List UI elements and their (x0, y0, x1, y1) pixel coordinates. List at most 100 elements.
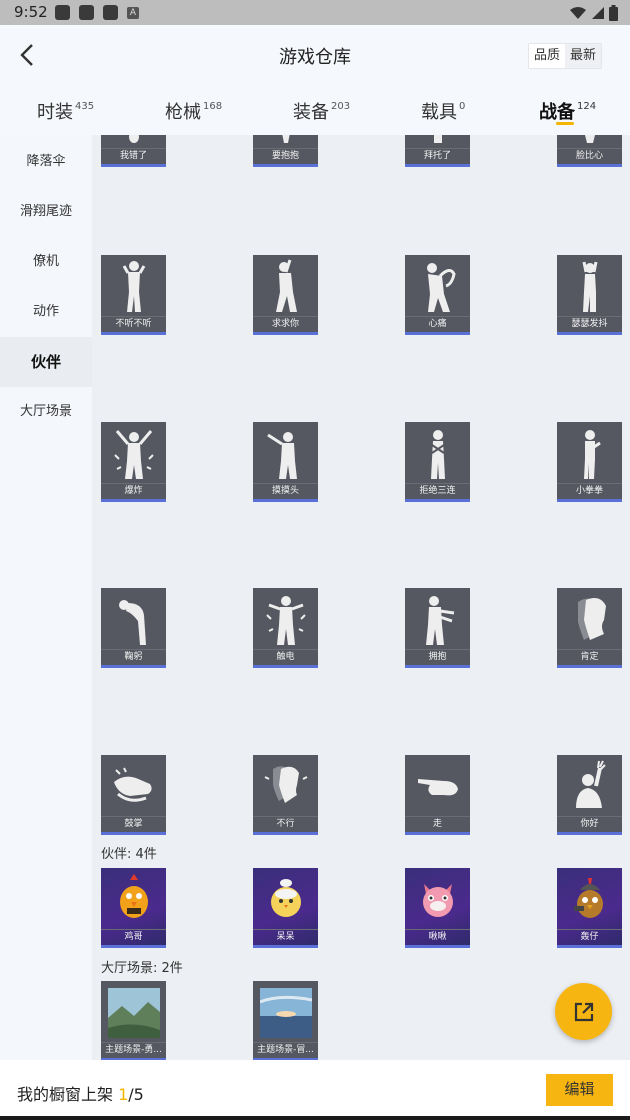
notification-icon (103, 5, 118, 20)
notification-icon (55, 5, 70, 20)
notification-icon: A (127, 7, 139, 19)
emote-figure-icon (101, 588, 166, 650)
emote-label: 不听不听 (101, 316, 166, 330)
battery-icon (609, 5, 618, 21)
emote-label: 拥抱 (405, 649, 470, 663)
app-header: 游戏仓库 品质 最新 时装 435 枪械 168 装备 203 载具 0 战备 124 (0, 25, 630, 135)
sort-quality-button[interactable]: 品质 (528, 44, 565, 68)
partner-label: 啾啾 (405, 929, 470, 943)
tab-label: 载具 (421, 102, 457, 123)
sidebar-item-partners[interactable]: 伙伴 (0, 337, 92, 387)
emote-card[interactable]: 要抱抱 (253, 135, 318, 167)
tab-guns[interactable]: 枪械 168 (165, 98, 222, 124)
emote-figure-icon (101, 135, 166, 149)
scene-card[interactable]: 主题场景-冒... (253, 981, 318, 1060)
emote-label: 你好 (557, 816, 622, 830)
showcase-footer: 我的橱窗上架 1/5 编辑 (0, 1060, 630, 1120)
scene-label: 主题场景-冒... (253, 1042, 318, 1056)
showcase-prefix: 我的橱窗上架 (17, 1085, 119, 1104)
emote-label: 瑟瑟发抖 (557, 316, 622, 330)
chick-icon (253, 868, 318, 930)
emote-card[interactable]: 拥抱 (405, 588, 470, 668)
partner-card[interactable]: 呆呆 (253, 868, 318, 948)
emote-figure-icon (405, 255, 470, 317)
notification-icon (79, 5, 94, 20)
emote-figure-icon (557, 755, 622, 817)
emote-card[interactable]: 拜托了 (405, 135, 470, 167)
showcase-total: /5 (128, 1085, 144, 1104)
sidebar-item-emotes[interactable]: 动作 (0, 287, 92, 337)
chicken-icon (101, 868, 166, 930)
sidebar-item-glide-trail[interactable]: 滑翔尾迹 (0, 187, 92, 237)
emote-card[interactable]: 鼓掌 (101, 755, 166, 835)
emote-card[interactable]: 走 (405, 755, 470, 835)
emote-label: 爆炸 (101, 483, 166, 497)
emote-figure-icon (557, 422, 622, 484)
partner-card[interactable]: 鸡哥 (101, 868, 166, 948)
showcase-status: 我的橱窗上架 1/5 (17, 1081, 144, 1105)
sort-toggle: 品质 最新 (527, 43, 602, 69)
emote-card[interactable]: 小拳拳 (557, 422, 622, 502)
bird-icon (557, 868, 622, 930)
emote-card[interactable]: 你好 (557, 755, 622, 835)
partner-label: 轰仔 (557, 929, 622, 943)
tab-count: 203 (331, 101, 351, 112)
tab-readiness[interactable]: 战备 124 (539, 98, 596, 124)
signal-icon (592, 7, 604, 19)
emote-label: 小拳拳 (557, 483, 622, 497)
emote-label: 触电 (253, 649, 318, 663)
category-tabs: 时装 435 枪械 168 装备 203 载具 0 战备 124 (0, 90, 630, 130)
scene-label: 主题场景-勇... (101, 1042, 166, 1056)
emote-label: 心痛 (405, 316, 470, 330)
emote-card[interactable]: 触电 (253, 588, 318, 668)
scene-card[interactable]: 主题场景-勇... (101, 981, 166, 1060)
emote-figure-icon (253, 755, 318, 817)
emote-label: 求求你 (253, 316, 318, 330)
emote-card[interactable]: 瑟瑟发抖 (557, 255, 622, 335)
status-time: 9:52 (14, 3, 48, 21)
partner-card[interactable]: 轰仔 (557, 868, 622, 948)
sidebar-item-wingman[interactable]: 僚机 (0, 237, 92, 287)
emote-figure-icon (557, 255, 622, 317)
emote-card[interactable]: 爆炸 (101, 422, 166, 502)
item-grid: 我错了 要抱抱 拜托了 脸比心 不听不听 求求你 心痛 瑟瑟发抖 爆炸 摸摸头 … (92, 135, 630, 1060)
emote-figure-icon (101, 255, 166, 317)
tab-label: 战备 (539, 102, 575, 123)
sidebar-item-parachute[interactable]: 降落伞 (0, 137, 92, 187)
emote-card[interactable]: 脸比心 (557, 135, 622, 167)
tab-label: 枪械 (165, 102, 201, 123)
tab-label: 装备 (293, 102, 329, 123)
emote-card[interactable]: 求求你 (253, 255, 318, 335)
showcase-current-count: 1 (118, 1085, 129, 1104)
tab-fashion[interactable]: 时装 435 (37, 98, 94, 124)
emote-card[interactable]: 我错了 (101, 135, 166, 167)
share-button[interactable] (555, 983, 612, 1040)
sidebar-item-lobby-scene[interactable]: 大厅场景 (0, 387, 92, 437)
emote-card[interactable]: 摸摸头 (253, 422, 318, 502)
emote-label: 拒绝三连 (405, 483, 470, 497)
emote-figure-icon (101, 422, 166, 484)
emote-label: 拜托了 (405, 148, 470, 162)
partner-card[interactable]: 啾啾 (405, 868, 470, 948)
tab-count: 435 (75, 101, 95, 112)
pig-icon (405, 868, 470, 930)
emote-card[interactable]: 拒绝三连 (405, 422, 470, 502)
partner-label: 呆呆 (253, 929, 318, 943)
tab-vehicles[interactable]: 载具 0 (421, 98, 465, 124)
share-external-icon (574, 1002, 593, 1021)
emote-label: 不行 (253, 816, 318, 830)
emote-label: 鼓掌 (101, 816, 166, 830)
edit-button[interactable]: 编辑 (546, 1074, 613, 1106)
emote-card[interactable]: 不听不听 (101, 255, 166, 335)
emote-label: 鞠躬 (101, 649, 166, 663)
emote-card[interactable]: 不行 (253, 755, 318, 835)
tab-equipment[interactable]: 装备 203 (293, 98, 350, 124)
emote-label: 脸比心 (557, 148, 622, 162)
emote-card[interactable]: 鞠躬 (101, 588, 166, 668)
emote-card[interactable]: 心痛 (405, 255, 470, 335)
sort-latest-button[interactable]: 最新 (565, 44, 601, 68)
sidebar: 降落伞 滑翔尾迹 僚机 动作 伙伴 大厅场景 (0, 135, 92, 1060)
emote-card[interactable]: 肯定 (557, 588, 622, 668)
seascape-thumbnail-icon (253, 981, 318, 1043)
partner-label: 鸡哥 (101, 929, 166, 943)
